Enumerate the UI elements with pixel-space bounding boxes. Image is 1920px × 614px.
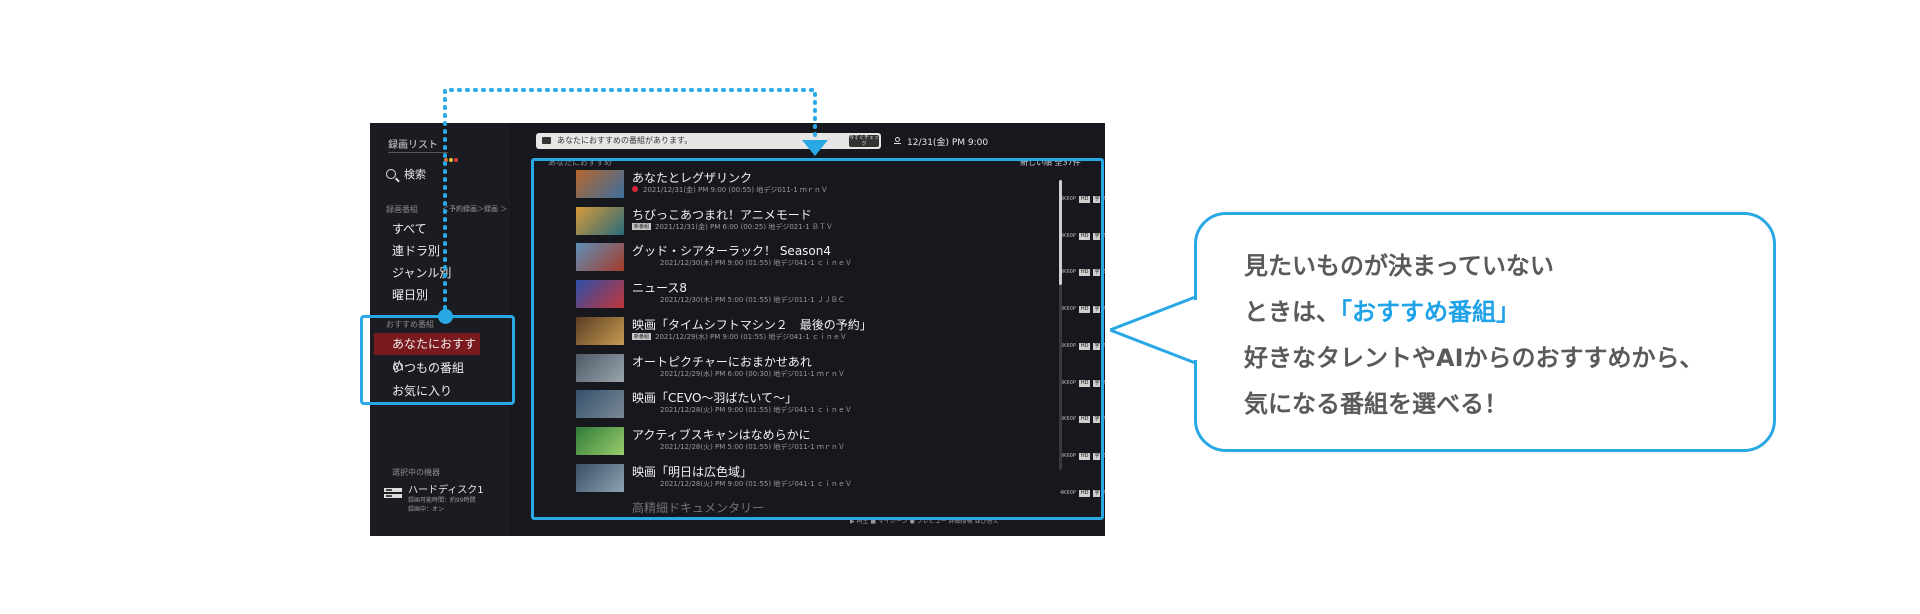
callout-line-2: ときは、「おすすめ番組」 <box>1244 292 1520 327</box>
callout-line-3: 好きなタレントやAIからのおすすめから、 <box>1244 344 1704 372</box>
connector-dotted-line <box>443 88 828 318</box>
search-label: 検索 <box>404 168 426 181</box>
sidebar-item-weekday[interactable]: 曜日別 <box>392 286 428 303</box>
highlight-recommend-menu <box>360 315 515 405</box>
check-now-button[interactable]: 今すぐチェック <box>849 135 879 147</box>
callout-line-4: 気になる番組を選べる！ <box>1244 390 1508 418</box>
search-button[interactable]: 検索 <box>386 166 426 182</box>
callout-tail-cover <box>1194 300 1200 360</box>
header-status: 12/31(金) PM 9:00 <box>894 135 988 148</box>
hard-disk-icon <box>384 488 402 498</box>
user-icon[interactable] <box>894 137 901 146</box>
datetime: 12/31(金) PM 9:00 <box>907 138 989 148</box>
search-icon <box>386 169 396 179</box>
section-label-recorded: 録画番組 <box>386 205 418 214</box>
connector-anchor-dot <box>438 309 453 324</box>
callout-accent-text: 「おすすめ番組」 <box>1340 298 1520 326</box>
device-capacity: 録画可能時間：約99時間 <box>408 497 476 504</box>
device-section-label: 選択中の機器 <box>392 468 440 477</box>
device-status: 録画中：オン <box>408 506 445 513</box>
device-name[interactable]: ハードディスク1 <box>408 481 484 496</box>
callout-line-1: 見たいものが決まっていない <box>1244 252 1554 280</box>
callout-tail <box>1110 294 1199 366</box>
callout-line-2-prefix: ときは、 <box>1244 298 1340 326</box>
sidebar-item-all[interactable]: すべて <box>392 220 427 237</box>
